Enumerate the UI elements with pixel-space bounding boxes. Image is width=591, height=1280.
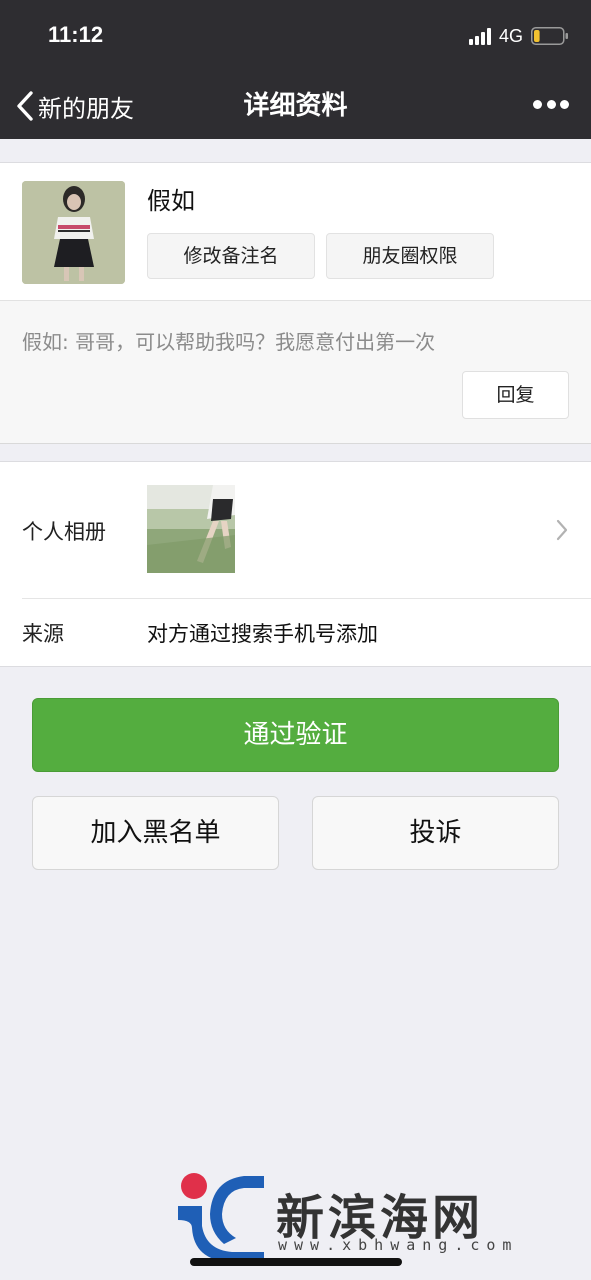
album-thumbnail[interactable] <box>147 485 235 573</box>
profile-name: 假如 <box>147 187 195 215</box>
more-dots-icon[interactable] <box>533 97 569 111</box>
watermark-url: www.xbhwang.com <box>278 1236 519 1254</box>
battery-low-icon <box>531 27 568 45</box>
album-photo <box>147 485 235 573</box>
verify-button[interactable]: 通过验证 <box>32 698 559 772</box>
blacklist-button[interactable]: 加入黑名单 <box>32 796 279 870</box>
network-label: 4G <box>498 25 523 46</box>
status-indicators: 4G <box>468 24 569 48</box>
watermark: 新滨海网 www.xbhwang.com <box>172 1170 572 1266</box>
avatar-photo <box>22 181 125 284</box>
info-section: 个人相册 来源 对方通过搜索手机号添加 <box>0 461 591 667</box>
row-divider <box>22 598 591 599</box>
greeting-message: 假如: 哥哥，可以帮助我吗？我愿意付出第一次 <box>22 330 436 354</box>
back-button-label: 新的朋友 <box>38 94 134 123</box>
avatar[interactable] <box>22 181 125 284</box>
watermark-logo-icon <box>178 1173 264 1262</box>
signal-bars-icon <box>468 27 491 45</box>
report-button[interactable]: 投诉 <box>312 796 559 870</box>
source-value: 对方通过搜索手机号添加 <box>147 622 378 646</box>
greeting-message-section: 假如: 哥哥，可以帮助我吗？我愿意付出第一次 回复 <box>0 300 591 444</box>
top-bar: 11:12 4G 新的朋友 详细资料 <box>0 0 591 139</box>
personal-album-label: 个人相册 <box>22 520 106 544</box>
source-label: 来源 <box>22 622 64 646</box>
page-title: 详细资料 <box>243 91 348 121</box>
reply-button[interactable]: 回复 <box>462 371 569 419</box>
back-button[interactable]: 新的朋友 <box>14 84 134 128</box>
home-indicator <box>190 1258 402 1266</box>
moments-permission-button[interactable]: 朋友圈权限 <box>326 233 494 279</box>
status-time: 11:12 <box>48 22 104 47</box>
chevron-left-icon <box>17 91 33 121</box>
profile-card: 假如 修改备注名 朋友圈权限 <box>0 162 591 300</box>
chevron-right-icon <box>556 519 568 541</box>
personal-album-row[interactable]: 个人相册 <box>0 462 591 598</box>
edit-remark-button[interactable]: 修改备注名 <box>147 233 315 279</box>
